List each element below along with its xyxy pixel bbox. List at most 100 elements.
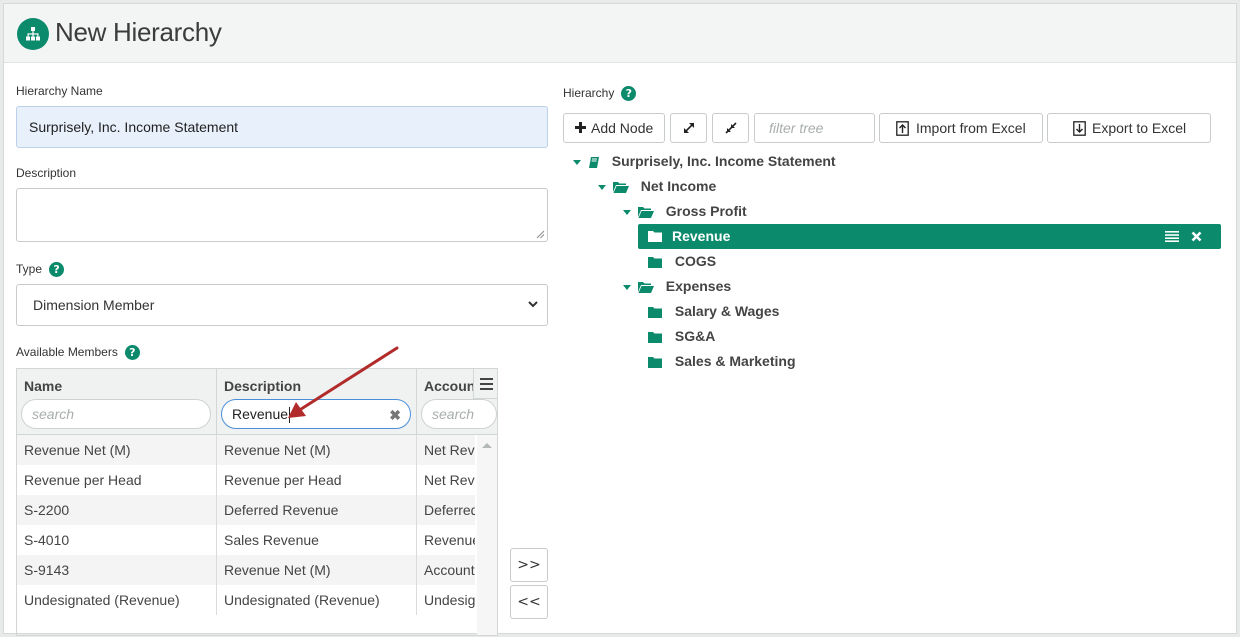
tree-node-sales-marketing[interactable]: Sales & Marketing — [648, 349, 796, 373]
tree-node-label: SG&A — [674, 328, 716, 344]
column-header-name[interactable]: Name search — [17, 369, 217, 435]
tree-node-label: Salary & Wages — [674, 303, 780, 319]
folder-open-icon — [637, 207, 654, 219]
type-select[interactable]: Dimension Member — [16, 284, 548, 326]
add-node-label: Add Node — [591, 120, 654, 136]
column-title: Account — [424, 378, 480, 394]
filter-tree-input[interactable]: filter tree — [754, 113, 875, 143]
cell-account: Deferred — [424, 502, 475, 518]
add-members-button[interactable]: >> — [510, 548, 548, 582]
close-icon[interactable] — [1191, 231, 1202, 242]
window: New Hierarchy Hierarchy Name Surprisely,… — [3, 3, 1237, 636]
hierarchy-label: Hierarchy — [563, 86, 615, 100]
table-row[interactable]: Revenue Net (M) Revenue Net (M) Net Reve — [17, 435, 475, 465]
cell-name: Undesignated (Revenue) — [17, 585, 217, 615]
table-row[interactable]: S-4010 Sales Revenue Revenue — [17, 525, 475, 555]
caret-down-icon[interactable] — [623, 209, 631, 215]
tree-node-net-income[interactable]: Net Income — [598, 174, 716, 198]
caret-down-icon[interactable] — [598, 184, 606, 190]
tree-node-label: COGS — [674, 253, 717, 269]
cell-name: S-4010 — [17, 525, 217, 555]
grid-body: Revenue Net (M) Revenue Net (M) Net Reve… — [17, 435, 475, 615]
cell-account: Revenue — [424, 532, 475, 548]
table-row[interactable]: Undesignated (Revenue) Undesignated (Rev… — [17, 585, 475, 615]
book-icon — [588, 156, 599, 168]
export-to-excel-button[interactable]: Export to Excel — [1047, 113, 1211, 143]
column-menu-icon[interactable] — [473, 369, 497, 399]
tree-node-label: Gross Profit — [665, 203, 747, 219]
tree-node-label: Sales & Marketing — [674, 353, 796, 369]
grid-scrollbar[interactable] — [477, 435, 497, 635]
type-label: Type — [16, 262, 43, 276]
tree-node-sga[interactable]: SG&A — [648, 324, 715, 348]
column-title: Name — [24, 378, 63, 394]
help-icon[interactable]: ? — [49, 262, 65, 278]
cell-name: S-2200 — [17, 495, 217, 525]
page-header: New Hierarchy — [4, 4, 1236, 63]
folder-icon — [648, 357, 662, 369]
caret-down-icon[interactable] — [573, 159, 581, 165]
folder-icon — [648, 257, 662, 269]
hierarchy-name-label: Hierarchy Name — [16, 84, 103, 98]
available-members-label-row: Available Members? — [16, 345, 140, 361]
description-filter-value: Revenue — [232, 406, 289, 422]
tree-node-label: Expenses — [665, 278, 732, 294]
hierarchy-label-row: Hierarchy? — [563, 86, 637, 102]
resize-grip-icon[interactable] — [536, 230, 545, 239]
help-icon[interactable]: ? — [621, 86, 637, 102]
upload-file-icon — [896, 121, 909, 136]
hierarchy-icon — [17, 18, 49, 50]
description-label: Description — [16, 166, 77, 180]
tree-node-expenses[interactable]: Expenses — [623, 274, 731, 298]
available-members-grid: Name search Description Revenue ✖ Accoun… — [16, 368, 498, 636]
scroll-up-arrow-icon[interactable] — [482, 443, 492, 448]
download-file-icon — [1073, 121, 1086, 136]
tree-node-label: Revenue — [672, 228, 731, 244]
cell-name: Revenue per Head — [17, 465, 217, 495]
cell-description: Undesignated (Revenue) — [217, 585, 417, 615]
tree-node-revenue-selected[interactable]: Revenue — [638, 224, 1221, 249]
folder-icon — [648, 231, 662, 242]
cell-account: Undesign — [424, 592, 475, 608]
account-filter-input[interactable]: search — [421, 399, 497, 429]
description-textarea[interactable] — [16, 188, 548, 242]
help-icon[interactable]: ? — [124, 345, 140, 361]
tree-node-gross-profit[interactable]: Gross Profit — [623, 199, 747, 223]
tree-node-salary-wages[interactable]: Salary & Wages — [648, 299, 779, 323]
compress-icon — [725, 122, 737, 134]
annotation-arrow-icon — [288, 346, 399, 418]
table-row[interactable]: S-9143 Revenue Net (M) Account — [17, 555, 475, 585]
table-row[interactable]: Revenue per Head Revenue per Head Net Re… — [17, 465, 475, 495]
remove-members-button[interactable]: << — [510, 585, 548, 619]
folder-open-icon — [612, 182, 629, 194]
folder-icon — [648, 307, 662, 319]
chevron-down-icon — [528, 301, 538, 308]
expand-all-button[interactable] — [670, 113, 707, 143]
tree-node-cogs[interactable]: COGS — [648, 249, 716, 273]
hierarchy-name-input[interactable]: Surprisely, Inc. Income Statement — [16, 106, 548, 148]
table-row[interactable]: S-2200 Deferred Revenue Deferred — [17, 495, 475, 525]
folder-icon — [648, 332, 662, 344]
plus-icon — [575, 122, 586, 133]
type-select-value: Dimension Member — [33, 297, 155, 313]
name-filter-input[interactable]: search — [21, 399, 211, 429]
cell-name: S-9143 — [17, 555, 217, 585]
list-icon[interactable] — [1165, 230, 1179, 242]
export-label: Export to Excel — [1092, 120, 1187, 136]
caret-down-icon[interactable] — [623, 284, 631, 290]
collapse-all-button[interactable] — [712, 113, 749, 143]
cell-description: Revenue Net (M) — [217, 435, 417, 465]
cell-account: Net Reve — [424, 442, 475, 458]
tree-node-root[interactable]: Surprisely, Inc. Income Statement — [573, 149, 836, 173]
import-from-excel-button[interactable]: Import from Excel — [879, 113, 1043, 143]
add-node-button[interactable]: Add Node — [563, 113, 665, 143]
grid-header: Name search Description Revenue ✖ Accoun… — [17, 369, 497, 435]
cell-name: Revenue Net (M) — [17, 435, 217, 465]
cell-description: Revenue Net (M) — [217, 555, 417, 585]
cell-description: Deferred Revenue — [217, 495, 417, 525]
cell-account: Account — [424, 562, 475, 578]
cell-description: Revenue per Head — [217, 465, 417, 495]
import-label: Import from Excel — [916, 120, 1026, 136]
page-title: New Hierarchy — [55, 17, 222, 47]
tree-node-label: Surprisely, Inc. Income Statement — [611, 153, 836, 169]
